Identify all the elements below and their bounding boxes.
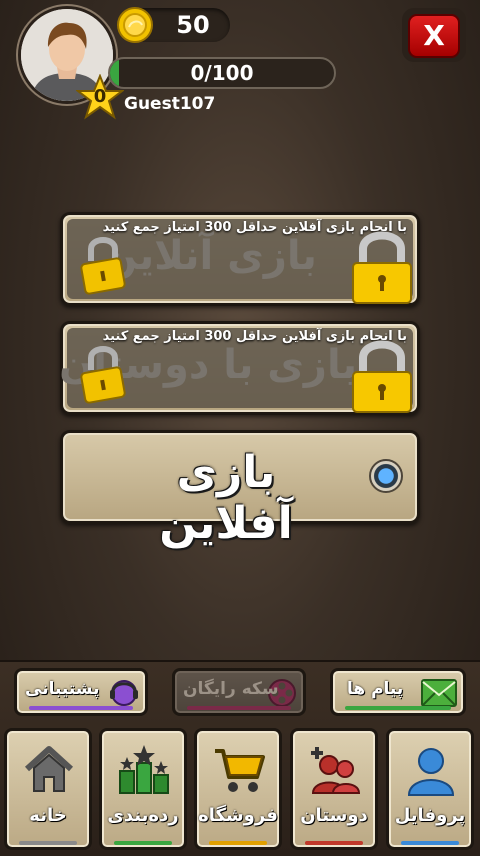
messages-label: پیام ها xyxy=(347,679,404,699)
cart-icon xyxy=(215,749,265,792)
tab-profile-label: پروفایل xyxy=(394,805,466,826)
leaderboard-icon xyxy=(119,745,169,794)
tab-home-underline xyxy=(19,841,77,845)
coin-icon xyxy=(117,7,153,43)
padlock-small-icon xyxy=(80,237,126,295)
support-button[interactable]: پشتیبانی xyxy=(14,668,148,716)
xp-progress-text: 0/100 xyxy=(190,61,254,85)
tab-friends-underline xyxy=(305,841,363,845)
tab-leaderboard[interactable]: رده‌بندی xyxy=(99,728,187,850)
close-button[interactable]: X xyxy=(408,14,460,58)
support-label: پشتیبانی xyxy=(25,679,100,699)
tab-home-label: خانه xyxy=(29,805,67,826)
tab-shop-label: فروشگاه xyxy=(198,805,278,826)
messages-underline xyxy=(345,706,451,710)
friends-game-button[interactable]: بازی با دوستان با انجام بازی آفلاین حداق… xyxy=(59,321,420,415)
tab-home[interactable]: خانه xyxy=(4,728,92,850)
coin-value: 50 xyxy=(176,11,210,39)
messages-button[interactable]: پیام ها xyxy=(330,668,466,716)
tab-leaderboard-label: رده‌بندی xyxy=(107,805,179,826)
xp-progress-bar: 0/100 xyxy=(108,57,336,89)
tab-profile[interactable]: پروفایل xyxy=(386,728,474,850)
envelope-icon xyxy=(421,679,457,707)
tab-shop-underline xyxy=(209,841,267,845)
home-icon xyxy=(24,746,74,792)
radio-indicator-icon xyxy=(369,459,403,493)
username: Guest107 xyxy=(124,94,216,114)
offline-game-button[interactable]: بازی آفلاین xyxy=(60,430,420,549)
support-underline xyxy=(29,706,133,710)
tab-friends[interactable]: دوستان xyxy=(290,728,378,850)
offline-game-title: بازی آفلاین xyxy=(159,447,293,549)
tab-friends-label: دوستان xyxy=(300,805,368,826)
padlock-icon xyxy=(352,231,412,304)
padlock-small-icon xyxy=(80,346,126,404)
tab-profile-underline xyxy=(401,841,459,845)
profile-icon xyxy=(407,748,455,796)
headset-icon xyxy=(110,680,138,706)
free-coins-label: سکه رایگان xyxy=(183,679,279,699)
tab-leaderboard-underline xyxy=(114,841,172,845)
padlock-icon xyxy=(352,340,412,413)
free-coins-underline xyxy=(187,706,291,710)
online-game-button[interactable]: بازی آنلاین با انجام بازی آفلاین حداقل 3… xyxy=(60,212,420,306)
level-value: 0 xyxy=(93,86,107,107)
tab-shop[interactable]: فروشگاه xyxy=(194,728,282,850)
free-coins-button[interactable]: سکه رایگان xyxy=(172,668,306,716)
friends-icon xyxy=(311,747,361,794)
